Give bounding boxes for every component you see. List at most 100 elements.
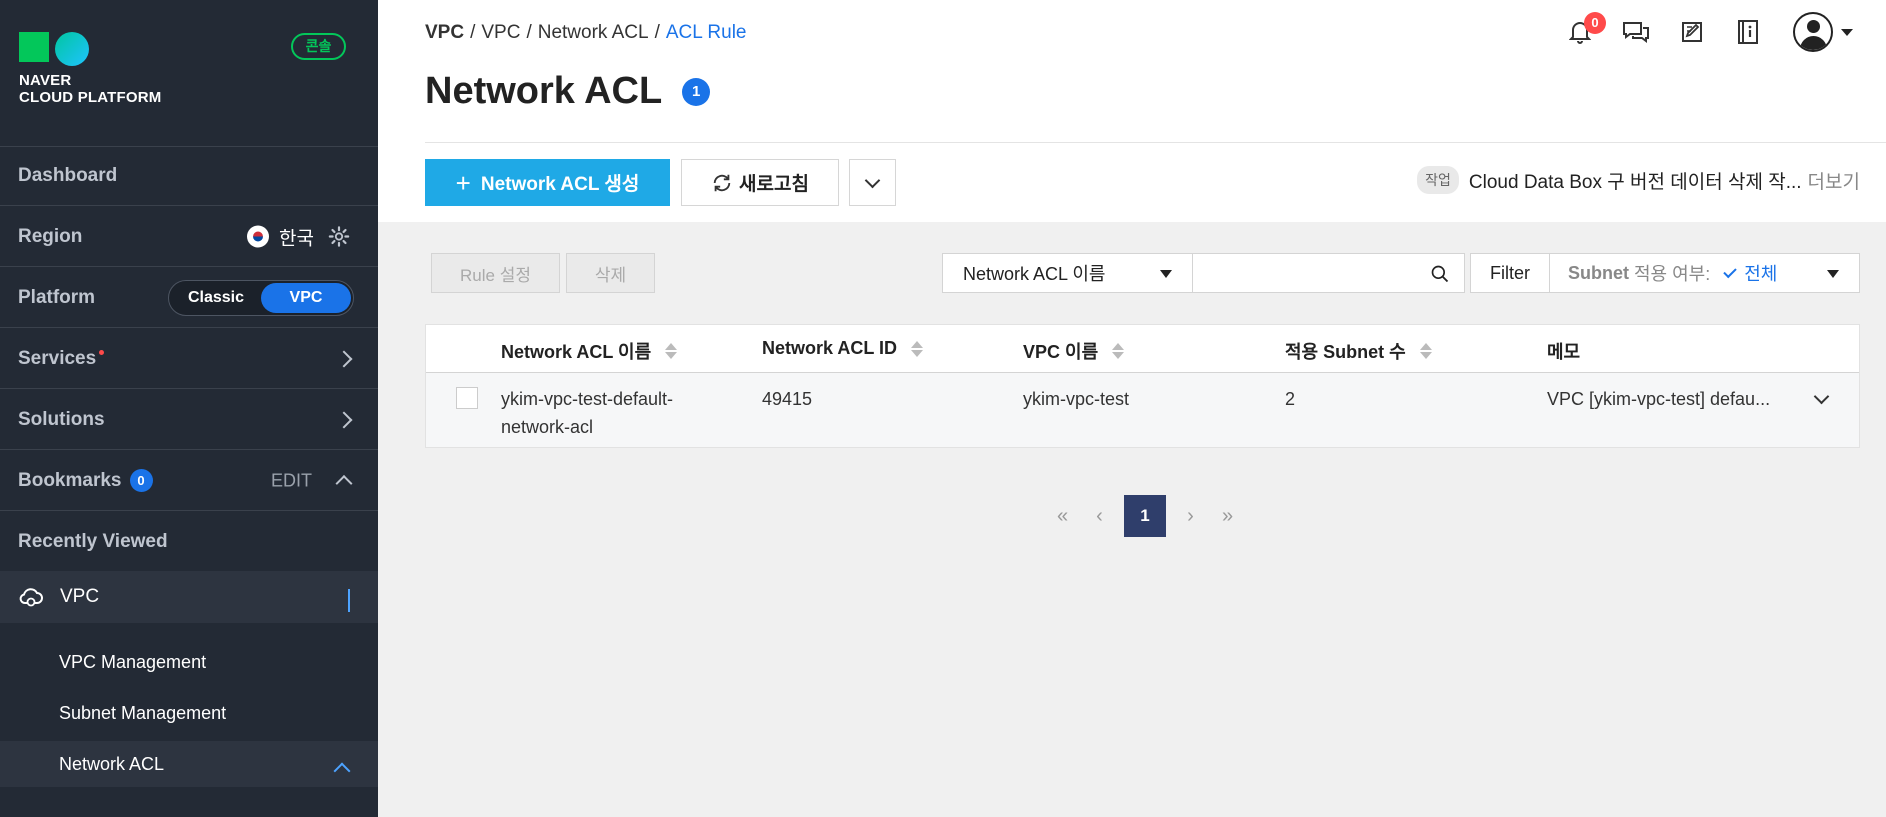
page-number-current[interactable]: 1 [1124,495,1166,537]
plus-icon: + [455,167,471,198]
sidebar-item-region: Region 한국 [0,207,378,267]
sort-icon[interactable] [1112,343,1125,359]
sort-icon[interactable] [911,340,924,357]
edit-note-icon [1682,22,1702,42]
sidebar-item-bookmarks[interactable]: Bookmarks 0 EDIT [0,451,378,511]
create-button-label: Network ACL 생성 [480,174,640,195]
sort-icon[interactable] [1419,343,1432,359]
platform-option-classic[interactable]: Classic [171,283,261,313]
console-badge[interactable]: 콘솔 [291,33,346,60]
filter-button[interactable]: Filter [1470,253,1550,293]
create-network-acl-button[interactable]: + Network ACL 생성 [425,159,670,206]
header-icons: 0 [1552,12,1858,52]
sidebar-subitem-subnet-management[interactable]: Subnet Management [0,688,378,738]
task-tag: 작업 [1417,166,1459,194]
breadcrumb: VPC / VPC / Network ACL / ACL Rule [425,22,747,44]
search-input[interactable] [1192,253,1465,293]
chat-button[interactable] [1608,12,1664,52]
info-book-icon [1738,20,1758,44]
gear-icon[interactable] [328,226,350,248]
sidebar-item-platform: Platform Classic VPC [0,268,378,328]
user-menu[interactable] [1788,12,1858,52]
column-header-name[interactable]: Network ACL 이름 [501,338,678,364]
caret-down-icon [1841,28,1853,36]
refresh-button[interactable]: 새로고침 [681,159,839,206]
info-button[interactable] [1720,12,1776,52]
page-title-text: Network ACL [425,70,663,112]
sort-icon[interactable] [665,343,678,359]
column-header-id[interactable]: Network ACL ID [762,338,924,359]
chevron-right-icon [335,411,353,428]
page-header: VPC / VPC / Network ACL / ACL Rule 0 Net… [378,0,1886,222]
sidebar-subitem-label: Subnet Management [59,702,227,723]
subnet-filter-label: 적용 여부: [1634,264,1711,284]
cell-vpc: ykim-vpc-test [1023,389,1130,409]
breadcrumb-item[interactable]: Network ACL [538,22,649,44]
brand-name: NAVER CLOUD PLATFORM [19,72,162,106]
sidebar-subitem-vpc-management[interactable]: VPC Management [0,637,378,687]
task-more-link[interactable]: 더보기 [1808,167,1860,194]
platform-toggle[interactable]: Classic VPC [168,279,354,316]
last-page-icon[interactable]: » [1209,495,1246,537]
column-header-label: Network ACL ID [762,338,898,358]
sidebar-subitem-network-acl[interactable]: Network ACL [0,741,378,787]
notification-count-badge: 0 [1584,12,1606,34]
notification-button[interactable]: 0 [1552,12,1608,52]
cell-name-line: ykim-vpc-test-default- [501,389,674,409]
sidebar-item-vpc[interactable]: VPC [0,571,378,623]
chevron-right-icon [335,350,353,367]
avatar [1793,12,1833,52]
column-header-subnet-count[interactable]: 적용 Subnet 수 [1285,338,1432,364]
new-indicator-dot [99,350,105,355]
first-page-icon[interactable]: « [1044,495,1081,537]
chevron-up-icon [348,589,350,612]
sidebar-item-recently-viewed[interactable]: Recently Viewed [0,512,378,572]
sidebar-item-services[interactable]: Services [0,329,378,389]
breadcrumb-item[interactable]: VPC [481,22,520,44]
sidebar-item-label: Bookmarks [18,469,122,491]
sidebar-item-label: Dashboard [18,165,118,186]
sidebar-item-solutions[interactable]: Solutions [0,390,378,450]
column-header-label: 적용 Subnet 수 [1285,342,1406,362]
rule-settings-button[interactable]: Rule 설정 [431,253,560,293]
delete-button[interactable]: 삭제 [566,253,655,293]
naver-cloud-logo-icon[interactable] [19,32,89,66]
memo-button[interactable] [1664,12,1720,52]
bookmarks-edit-button[interactable]: EDIT [271,470,312,491]
region-selector[interactable]: 한국 [247,223,350,250]
search-field-select[interactable]: Network ACL 이름 [942,253,1193,293]
column-header-vpc[interactable]: VPC 이름 [1023,338,1125,364]
cell-name: ykim-vpc-test-default- network-acl [501,385,673,441]
refresh-button-label: 새로고침 [739,174,809,195]
column-header-label: VPC 이름 [1023,342,1099,362]
chevron-up-icon [333,762,351,780]
column-header-memo: 메모 [1547,338,1580,364]
cell-memo: VPC [ykim-vpc-test] defau... [1547,389,1771,409]
prev-page-icon[interactable]: ‹ [1081,495,1118,537]
table-header: Network ACL 이름 Network ACL ID VPC 이름 적용 … [426,325,1859,373]
sidebar-subitem-label: Network ACL [59,753,165,774]
cell-subnet-count: 2 [1285,389,1296,409]
cell-name-line: network-acl [501,417,594,437]
bookmarks-count-badge: 0 [129,469,153,492]
chat-icon [1623,22,1649,43]
chevron-up-icon[interactable] [335,475,353,492]
next-page-icon[interactable]: › [1172,495,1209,537]
column-header-label: Network ACL 이름 [501,342,652,362]
breadcrumb-item[interactable]: VPC [425,22,464,44]
sidebar-item-dashboard[interactable]: Dashboard [0,146,378,206]
table-row[interactable]: ykim-vpc-test-default- network-acl 49415… [426,373,1859,447]
sidebar-item-label: Services [18,347,97,369]
platform-option-vpc[interactable]: VPC [261,282,351,313]
expand-row-chevron-icon[interactable] [1813,388,1830,405]
breadcrumb-item-current[interactable]: ACL Rule [666,22,747,44]
task-text[interactable]: Cloud Data Box 구 버전 데이터 삭제 작... [1469,167,1802,194]
search-icon[interactable] [1430,264,1450,284]
subnet-applied-filter[interactable]: Subnet 적용 여부: 전체 [1549,253,1860,293]
sidebar-item-label: Region [18,225,83,247]
brand-line-1: NAVER [19,72,72,89]
row-checkbox[interactable] [456,387,478,409]
title-count-badge: 1 [682,77,711,106]
more-actions-button[interactable] [849,159,896,206]
sidebar-item-label: Platform [18,286,96,308]
